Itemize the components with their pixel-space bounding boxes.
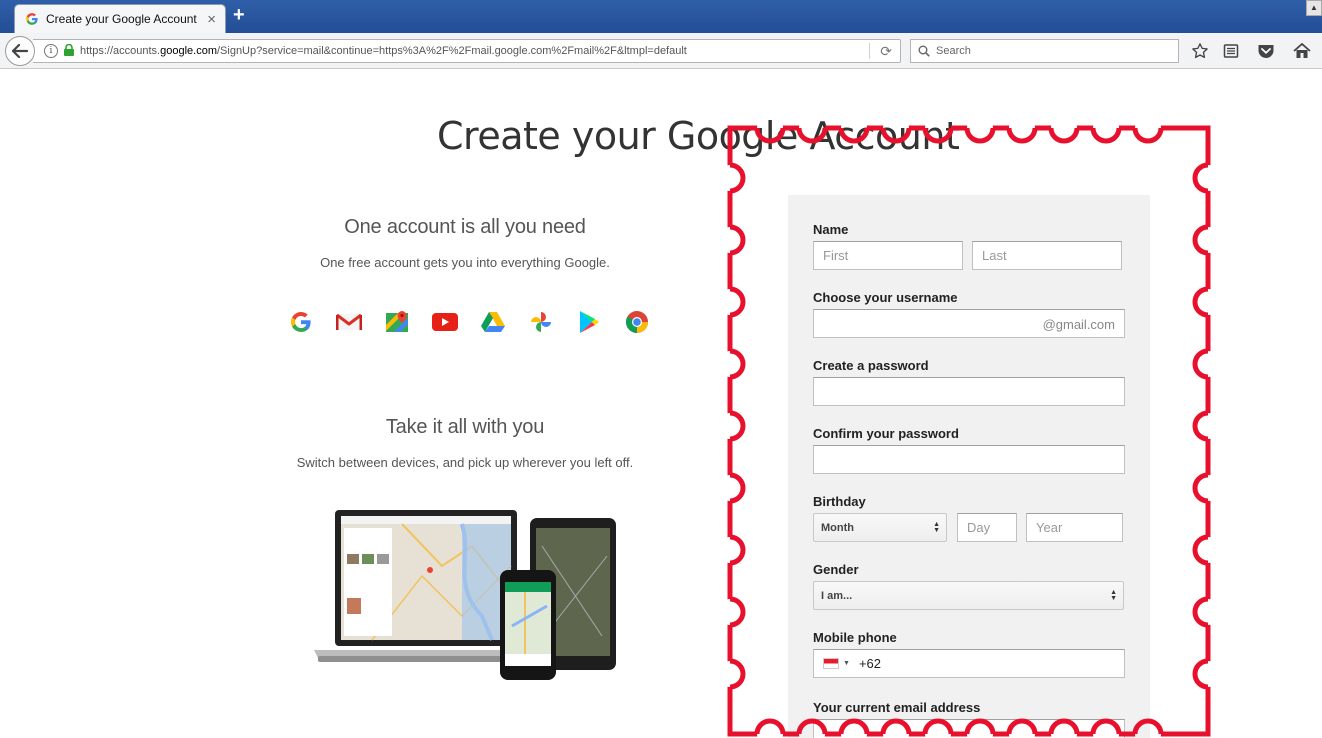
scroll-up-icon[interactable]: ▲ [1306,0,1322,16]
url-path: /SignUp?service=mail&continue=https%3A%2… [216,45,687,57]
phone-country-code: +62 [858,656,881,671]
password-label: Create a password [813,358,929,373]
stamp-scallop [1192,348,1209,380]
pocket-icon[interactable] [1256,41,1276,61]
page-title: Create your Google Account [437,114,960,158]
section-text: Switch between devices, and pick up wher… [296,455,634,470]
back-arrow-icon [12,44,28,58]
indonesia-flag-icon[interactable] [823,658,839,669]
stamp-scallop [729,410,746,442]
stamp-scallop [729,286,746,318]
year-placeholder: Year [1036,520,1063,535]
gender-select[interactable]: I am... ▲ ▼ [813,581,1124,610]
url-bar[interactable]: i https://accounts.google.com/SignUp?ser… [33,39,901,63]
first-name-placeholder: First [823,248,849,263]
chrome-icon [624,309,650,335]
maps-icon [384,309,410,335]
name-label: Name [813,222,849,237]
search-input[interactable]: Search [910,39,1179,63]
stamp-scallop [729,162,746,194]
year-input[interactable]: Year [1026,513,1123,542]
devices-illustration [312,506,618,682]
drive-icon [480,309,506,335]
section-heading: Take it all with you [385,416,545,438]
country-dropdown-icon[interactable]: ▼ [843,660,850,667]
stamp-scallop [1192,596,1209,628]
phone-input[interactable]: ▼ +62 [813,649,1125,678]
search-placeholder: Search [936,45,971,57]
section-text: One free account gets you into everythin… [320,255,610,270]
search-icon [918,45,930,57]
stamp-scallop [1048,127,1080,144]
url-divider [869,43,870,59]
url-prefix: https://accounts. [80,45,161,57]
select-arrows-icon: ▲ ▼ [933,521,940,534]
current-email-label: Your current email address [813,700,981,715]
back-button[interactable] [5,36,35,66]
google-icon [288,309,314,335]
last-name-placeholder: Last [982,248,1007,263]
stamp-scallop [729,224,746,256]
last-name-input[interactable]: Last [972,241,1122,270]
stamp-scallop [729,348,746,380]
first-name-input[interactable]: First [813,241,963,270]
password-input[interactable] [813,377,1125,406]
lock-icon[interactable] [64,43,74,59]
current-email-input[interactable] [813,719,1125,738]
home-icon[interactable] [1292,41,1312,61]
stamp-scallop [1192,410,1209,442]
section-one-account: One account is all you need One free acc… [265,216,665,270]
url-host: google.com [160,45,217,57]
day-placeholder: Day [967,520,991,535]
stamp-scallop [729,534,746,566]
info-icon[interactable]: i [44,44,58,58]
gmail-icon [336,309,362,335]
stamp-scallop [1006,127,1038,144]
confirm-password-label: Confirm your password [813,426,959,441]
app-icons-row [288,309,650,335]
google-favicon-icon [25,12,39,26]
stamp-scallop [1090,127,1122,144]
stamp-scallop [729,472,746,504]
stamp-scallop [1192,658,1209,690]
bookmark-star-icon[interactable] [1190,41,1210,61]
username-input[interactable]: @gmail.com [813,309,1125,338]
section-take-with-you: Take it all with you Switch between devi… [265,416,665,470]
youtube-icon [432,309,458,335]
gmail-suffix: @gmail.com [1042,317,1115,332]
reload-icon[interactable]: ⟳ [880,43,892,60]
section-heading: One account is all you need [344,216,586,238]
navigation-toolbar: i https://accounts.google.com/SignUp?ser… [0,33,1322,69]
tab-close-icon[interactable]: × [207,11,216,28]
window-titlebar: Create your Google Account × + ▲ [0,0,1322,33]
confirm-password-input[interactable] [813,445,1125,474]
url-text: https://accounts.google.com/SignUp?servi… [80,45,687,57]
select-arrows-icon: ▲ ▼ [1110,589,1117,602]
stamp-scallop [729,596,746,628]
play-icon [576,309,602,335]
phone-label: Mobile phone [813,630,897,645]
stamp-scallop [1192,472,1209,504]
stamp-scallop [754,718,786,735]
gender-value: I am... [821,589,853,602]
tab-create-account[interactable]: Create your Google Account × [14,4,226,33]
day-input[interactable]: Day [957,513,1017,542]
new-tab-button[interactable]: + [233,4,245,27]
stamp-scallop [1192,534,1209,566]
stamp-scallop [1132,127,1164,144]
stamp-scallop [1192,224,1209,256]
stamp-scallop [1192,162,1209,194]
reading-list-icon[interactable] [1221,41,1241,61]
gender-label: Gender [813,562,859,577]
photos-icon [528,309,554,335]
month-select[interactable]: Month ▲ ▼ [813,513,947,542]
stamp-scallop [964,127,996,144]
birthday-label: Birthday [813,494,866,509]
month-value: Month [821,521,854,534]
username-label: Choose your username [813,290,958,305]
tab-title: Create your Google Account [46,12,197,26]
stamp-scallop [1192,286,1209,318]
stamp-scallop [729,658,746,690]
